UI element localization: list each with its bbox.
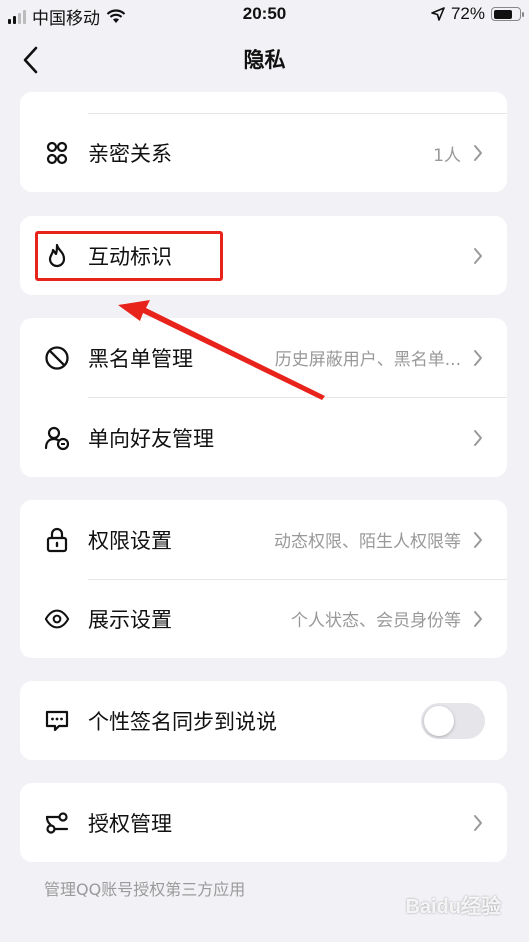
block-icon xyxy=(44,345,70,371)
message-icon xyxy=(44,708,70,734)
auth-row[interactable]: 授权管理 xyxy=(20,783,507,862)
intimate-label: 亲密关系 xyxy=(88,142,172,166)
intimate-row[interactable]: 亲密关系 1人 xyxy=(20,114,507,192)
blacklist-label: 黑名单管理 xyxy=(88,346,193,371)
signature-card: 个性签名同步到说说 xyxy=(20,681,507,760)
battery-percent: 72% xyxy=(450,4,485,23)
status-bar: 中国移动 20:50 72% xyxy=(0,0,529,30)
chevron-right-icon xyxy=(471,529,485,551)
signature-label: 个性签名同步到说说 xyxy=(88,709,277,734)
blacklist-row[interactable]: 黑名单管理 历史屏蔽用户、黑名单... xyxy=(20,318,507,397)
display-row[interactable]: 展示设置 个人状态、会员身份等 xyxy=(20,579,507,658)
relationship-icon xyxy=(44,140,70,166)
highlight-box xyxy=(35,231,223,281)
auth-footnote: 管理QQ账号授权第三方应用 xyxy=(44,880,246,899)
permission-label: 权限设置 xyxy=(88,528,172,553)
display-label: 展示设置 xyxy=(88,607,172,632)
oneway-friend-row[interactable]: 单向好友管理 xyxy=(20,398,507,477)
chevron-right-icon xyxy=(471,142,485,164)
link-manage-icon xyxy=(44,810,70,836)
friend-management-card: 黑名单管理 历史屏蔽用户、黑名单... 单向好友管理 xyxy=(20,318,507,477)
signature-toggle[interactable] xyxy=(421,702,485,739)
signature-row: 个性签名同步到说说 xyxy=(20,681,507,760)
chevron-right-icon xyxy=(471,608,485,630)
battery-level xyxy=(493,9,512,19)
lock-icon xyxy=(44,527,70,553)
blacklist-summary: 历史屏蔽用户、黑名单... xyxy=(274,350,461,370)
user-settings-icon xyxy=(44,425,70,451)
settings-card: 权限设置 动态权限、陌生人权限等 展示设置 个人状态、会员身份等 xyxy=(20,500,507,658)
intimate-count: 1人 xyxy=(433,145,461,166)
auth-card: 授权管理 xyxy=(20,783,507,862)
battery-icon xyxy=(491,7,524,21)
chevron-right-icon xyxy=(471,427,485,449)
permission-row[interactable]: 权限设置 动态权限、陌生人权限等 xyxy=(20,500,507,579)
intimate-card: 亲密关系 1人 xyxy=(20,92,507,192)
permission-summary: 动态权限、陌生人权限等 xyxy=(274,532,461,552)
auth-label: 授权管理 xyxy=(88,811,172,836)
eye-icon xyxy=(44,606,70,632)
chevron-right-icon xyxy=(471,245,485,267)
chevron-right-icon xyxy=(471,812,485,834)
location-icon xyxy=(431,7,445,21)
nav-bar: 隐私 xyxy=(0,30,529,90)
toggle-knob xyxy=(424,705,454,736)
display-summary: 个人状态、会员身份等 xyxy=(291,611,461,631)
page-title: 隐私 xyxy=(243,48,286,72)
chevron-right-icon xyxy=(471,347,485,369)
status-right: 72% xyxy=(431,4,524,24)
oneway-label: 单向好友管理 xyxy=(88,426,214,451)
watermark-logo: Baidu经验 xyxy=(405,896,501,918)
